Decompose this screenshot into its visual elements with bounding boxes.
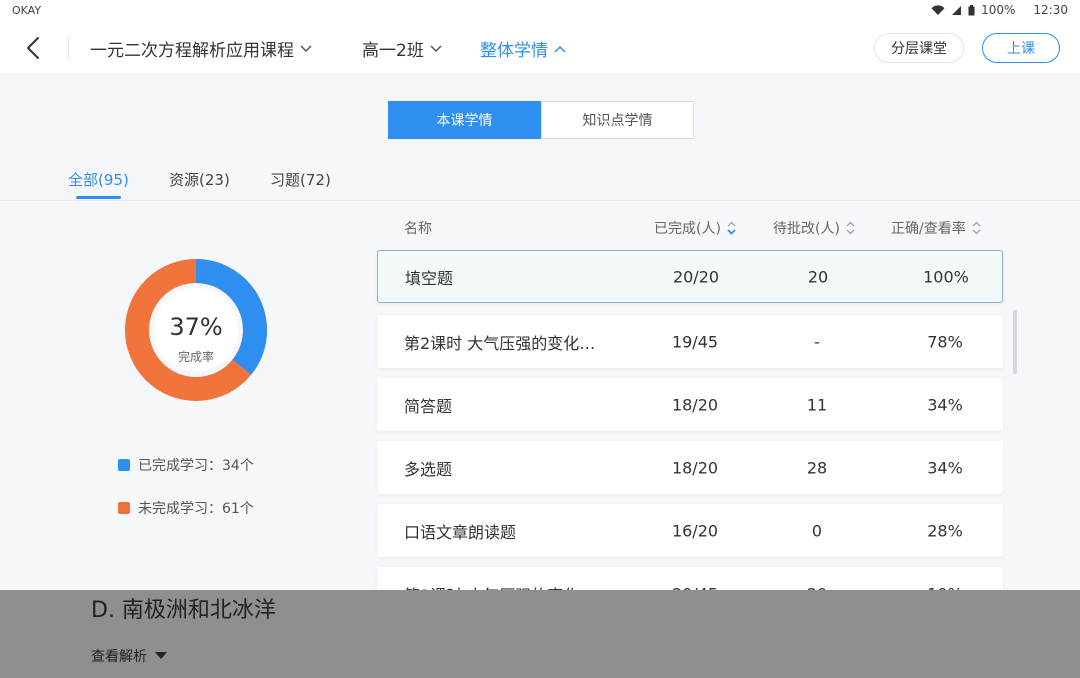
column-header-name-label: 名称 [404, 221, 432, 237]
column-header-pending-label: 待批改(人) [773, 221, 840, 237]
sort-icon [972, 221, 981, 235]
row-pending: 28 [806, 458, 828, 477]
sort-icon [846, 221, 855, 235]
battery-icon [968, 4, 975, 15]
row-name: 填空题 [405, 268, 454, 288]
caret-down-icon [155, 652, 167, 659]
row-pending: - [814, 332, 820, 351]
filter-tab-all[interactable]: 全部(95) [68, 169, 129, 190]
view-parse-label: 查看解析 [91, 649, 147, 665]
legend-label-incomplete: 未完成学习：61个 [138, 501, 254, 517]
filter-tab-exercises[interactable]: 习题(72) [270, 169, 331, 190]
row-completed: 19/45 [671, 332, 719, 351]
row-name: 口语文章朗读题 [404, 522, 517, 542]
row-rate: 100% [923, 267, 969, 286]
tabs-divider [0, 200, 1080, 201]
row-pending: 11 [806, 395, 828, 414]
filter-tab-resources[interactable]: 资源(23) [169, 169, 230, 190]
row-rate: 28% [927, 521, 963, 540]
column-header-pending[interactable]: 待批改(人) [773, 218, 855, 238]
start-class-button[interactable]: 上课 [982, 33, 1060, 63]
wifi-icon [931, 4, 945, 15]
row-pending: 20 [807, 267, 829, 286]
back-button[interactable] [20, 34, 48, 62]
row-completed: 16/20 [671, 521, 719, 540]
clock: 12:30 [1033, 3, 1068, 17]
table-row[interactable]: 简答题 18/20 11 34% [377, 378, 1003, 431]
course-selector[interactable]: 一元二次方程解析应用课程 [90, 36, 312, 61]
row-name: 多选题 [404, 459, 453, 479]
layered-classroom-button[interactable]: 分层课堂 [874, 33, 964, 63]
column-header-done-label: 已完成(人) [654, 221, 721, 237]
table-row[interactable]: 填空题 20/20 20 100% [377, 250, 1003, 303]
top-header: 一元二次方程解析应用课程 高一2班 整体学情 分层课堂 上课 [0, 22, 1080, 75]
row-rate: 34% [927, 395, 963, 414]
question-option: D. 南极洲和北冰洋 [91, 598, 276, 623]
completion-caption: 完成率 [177, 350, 214, 364]
chevron-down-icon [300, 44, 312, 52]
row-rate: 34% [927, 458, 963, 477]
view-selector[interactable]: 整体学情 [480, 36, 566, 61]
class-selector[interactable]: 高一2班 [362, 36, 442, 61]
legend-swatch-completed [118, 459, 130, 471]
chevron-left-icon [27, 37, 39, 59]
table-row[interactable]: 口语文章朗读题 16/20 0 28% [377, 504, 1003, 557]
active-tab-indicator [76, 196, 121, 199]
legend-label-completed: 已完成学习：34个 [138, 458, 254, 474]
legend-swatch-incomplete [118, 502, 130, 514]
column-header-done[interactable]: 已完成(人) [654, 218, 736, 238]
legend-completed: 已完成学习：34个 [118, 455, 254, 475]
chevron-up-icon [554, 45, 566, 53]
column-header-rate[interactable]: 正确/查看率 [891, 218, 981, 238]
table-row[interactable]: 多选题 18/20 28 34% [377, 441, 1003, 494]
column-header-name: 名称 [404, 218, 432, 238]
view-parse-toggle[interactable]: 查看解析 [91, 646, 167, 666]
table-scrollbar[interactable] [1013, 310, 1017, 374]
row-completed: 18/20 [671, 458, 719, 477]
column-header-rate-label: 正确/查看率 [891, 221, 966, 237]
tab-knowledge-status[interactable]: 知识点学情 [541, 101, 694, 139]
row-name: 第2课时 大气压强的变化… [404, 333, 596, 353]
sort-desc-icon [727, 221, 736, 235]
carrier-label: OKAY [12, 4, 42, 17]
course-title: 一元二次方程解析应用课程 [90, 41, 294, 61]
table-row[interactable]: 第2课时 大气压强的变化… 19/45 - 78% [377, 315, 1003, 368]
row-completed: 18/20 [671, 395, 719, 414]
row-name: 简答题 [404, 396, 453, 416]
legend-incomplete: 未完成学习：61个 [118, 498, 254, 518]
row-rate: 78% [927, 332, 963, 351]
tab-lesson-status[interactable]: 本课学情 [388, 101, 541, 139]
row-pending: 0 [811, 521, 823, 540]
class-title: 高一2班 [362, 41, 424, 61]
chevron-down-icon [430, 44, 442, 52]
status-bar: OKAY 100% 12:30 [0, 0, 1080, 22]
row-completed: 20/20 [672, 267, 720, 286]
signal-icon [952, 5, 962, 15]
status-icons: 100% 12:30 [931, 3, 1068, 17]
question-overlay: D. 南极洲和北冰洋 查看解析 [0, 590, 1080, 678]
completion-percent: 37% [169, 313, 223, 341]
battery-level: 100% [981, 3, 1016, 17]
header-divider [68, 36, 69, 60]
view-title: 整体学情 [480, 41, 548, 61]
